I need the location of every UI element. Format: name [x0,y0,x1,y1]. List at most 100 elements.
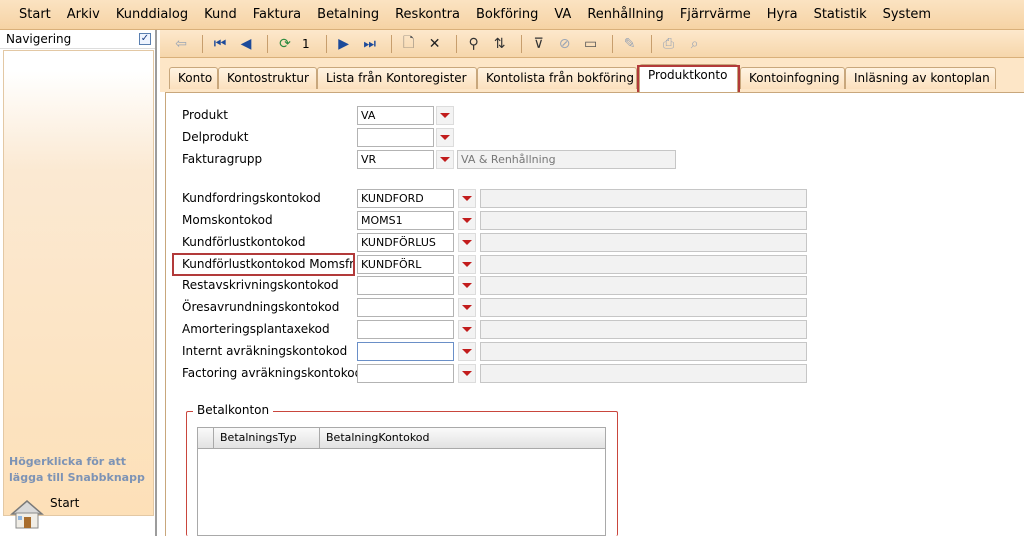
toolbar-separator [520,34,522,53]
menu-statistik[interactable]: Statistik [806,0,875,30]
restavskrivningskontokod-field[interactable] [357,276,454,295]
momskontokod-description [480,211,807,230]
internt-avrakningskontokod-field[interactable] [357,342,454,361]
menu-hyra[interactable]: Hyra [759,0,806,30]
factoring-avrakningskontokod-label: Factoring avräkningskontokod [182,366,363,380]
delprodukt-label: Delprodukt [182,130,249,144]
produkt-label: Produkt [182,108,228,122]
next-record-icon[interactable]: ▶ [333,33,355,55]
restavskrivningskontokod-dropdown-button[interactable] [458,276,476,295]
previous-record-icon[interactable]: ◀ [235,33,257,55]
kundforlustkontokod-field[interactable]: KUNDFÖRLUS [357,233,454,252]
toolbar-separator [455,34,457,53]
delprodukt-dropdown-button[interactable] [436,128,454,147]
window-icon[interactable]: ▭ [580,33,602,55]
grid-header: BetalningsTyp BetalningKontokod [198,428,605,449]
delete-icon[interactable]: ✕ [424,33,446,55]
menu-start[interactable]: Start [11,0,59,30]
menu-betalning[interactable]: Betalning [309,0,387,30]
clear-filter-icon[interactable]: ⊘ [554,33,576,55]
first-record-icon[interactable]: ⏮ [209,33,231,55]
kundfordringskontokod-dropdown-button[interactable] [458,189,476,208]
fakturagrupp-field[interactable]: VR [357,150,434,169]
oresavrundningskontokod-field[interactable] [357,298,454,317]
restavskrivningskontokod-label: Restavskrivningskontokod [182,278,339,292]
delprodukt-field[interactable] [357,128,434,147]
kundfordringskontokod-label: Kundfordringskontokod [182,191,321,205]
menu-system[interactable]: System [875,0,939,30]
fakturagrupp-description: VA & Renhållning [457,150,676,169]
toolbar-separator [202,34,203,53]
produkt-dropdown-button[interactable] [436,106,454,125]
navigation-header: Navigering ✓ [0,30,155,49]
kundfordringskontokod-description [480,189,807,208]
menu-arkiv[interactable]: Arkiv [59,0,108,30]
internt-avrakningskontokod-label: Internt avräkningskontokod [182,344,348,358]
kundfordringskontokod-field[interactable]: KUNDFORD [357,189,454,208]
momskontokod-field[interactable]: MOMS1 [357,211,454,230]
menu-kund[interactable]: Kund [196,0,245,30]
toolbar-separator [390,34,392,53]
menu-fjarrvarme[interactable]: Fjärrvärme [672,0,759,30]
menu-faktura[interactable]: Faktura [245,0,309,30]
toolbar: ⇦ ⏮ ◀ ⟳ 1 ▶ ⏭ 🗋 ✕ ⚲ ⇅ ⊽ ⊘ ▭ ✎ ⎙ ⌕ [160,30,1024,58]
oresavrundningskontokod-description [480,298,807,317]
back-icon[interactable]: ⇦ [170,33,192,55]
menu-bar: Start Arkiv Kunddialog Kund Faktura Beta… [0,0,1024,30]
chevron-down-icon [462,218,472,223]
print-preview-icon[interactable]: ⌕ [684,33,706,55]
tab-lista-fran-kontoregister[interactable]: Lista från Kontoregister [317,67,477,89]
kundforlustkontokod-dropdown-button[interactable] [458,233,476,252]
refresh-icon[interactable]: ⟳ [274,33,296,55]
row-selector-header [198,428,214,448]
tab-konto[interactable]: Konto [169,67,218,89]
toolbar-separator [611,34,613,53]
betalkonton-grid[interactable]: BetalningsTyp BetalningKontokod [197,427,606,536]
amorteringsplantaxekod-dropdown-button[interactable] [458,320,476,339]
chevron-down-icon [440,135,450,140]
amorteringsplantaxekod-label: Amorteringsplantaxekod [182,322,330,336]
oresavrundningskontokod-label: Öresavrundningskontokod [182,300,340,314]
chevron-down-icon [462,349,472,354]
menu-bokforing[interactable]: Bokföring [468,0,546,30]
menu-reskontra[interactable]: Reskontra [387,0,468,30]
house-icon [10,500,44,529]
internt-avrakningskontokod-dropdown-button[interactable] [458,342,476,361]
chevron-down-icon [462,371,472,376]
amorteringsplantaxekod-field[interactable] [357,320,454,339]
momskontokod-label: Momskontokod [182,213,273,227]
produkt-field[interactable]: VA [357,106,434,125]
restavskrivningskontokod-description [480,276,807,295]
find-icon[interactable]: ⚲ [463,33,485,55]
column-header-betalningstyp[interactable]: BetalningsTyp [214,428,320,448]
new-document-icon[interactable]: 🗋 [398,33,420,55]
filter-icon[interactable]: ⊽ [528,33,550,55]
momsfritt-label-highlight [172,253,355,276]
menu-renhallning[interactable]: Renhållning [579,0,671,30]
amorteringsplantaxekod-description [480,320,807,339]
toolbar-separator [325,34,327,53]
oresavrundningskontokod-dropdown-button[interactable] [458,298,476,317]
momskontokod-dropdown-button[interactable] [458,211,476,230]
start-shortcut[interactable]: Start [8,494,152,534]
menu-va[interactable]: VA [546,0,579,30]
kundforlustkontokod-momsfritt-field[interactable]: KUNDFÖRL [357,255,454,274]
kundforlustkontokod-label: Kundförlustkontokod [182,235,306,249]
tab-kontoinfogning[interactable]: Kontoinfogning [740,67,845,89]
menu-kunddialog[interactable]: Kunddialog [108,0,196,30]
navigation-checkbox[interactable]: ✓ [139,33,151,45]
fakturagrupp-dropdown-button[interactable] [436,150,454,169]
sort-icon[interactable]: ⇅ [489,33,511,55]
factoring-avrakningskontokod-dropdown-button[interactable] [458,364,476,383]
last-record-icon[interactable]: ⏭ [359,33,381,55]
tab-kontostruktur[interactable]: Kontostruktur [218,67,317,89]
edit-icon[interactable]: ✎ [619,33,641,55]
tab-kontolista-fran-bokforing[interactable]: Kontolista från bokföring [477,67,637,89]
print-icon[interactable]: ⎙ [658,33,680,55]
tab-inlasning-av-kontoplan[interactable]: Inläsning av kontoplan [845,67,996,89]
chevron-down-icon [462,196,472,201]
factoring-avrakningskontokod-field[interactable] [357,364,454,383]
column-header-betalningkontokod[interactable]: BetalningKontokod [320,428,605,448]
betalkonton-title: Betalkonton [193,403,274,417]
kundforlustkontokod-momsfritt-dropdown-button[interactable] [458,255,476,274]
